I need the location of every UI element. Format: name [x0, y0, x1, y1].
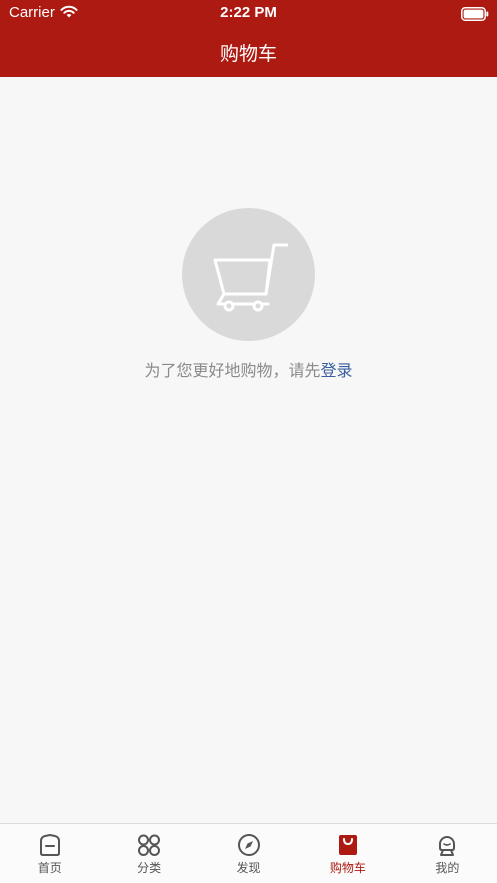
profile-icon: [439, 836, 456, 856]
tab-home-label: 首页: [37, 861, 62, 875]
shopping-bag-icon: [338, 835, 357, 855]
login-prompt: 为了您更好地购物，请先登录: [0, 357, 497, 381]
tab-discover[interactable]: 发现: [199, 824, 298, 883]
login-link[interactable]: 登录: [321, 361, 353, 380]
home-icon: [39, 834, 60, 856]
tab-category-label: 分类: [137, 861, 162, 875]
tab-profile-label: 我的: [435, 861, 460, 875]
login-prompt-text: 为了您更好地购物，请先: [144, 361, 321, 380]
tab-cart[interactable]: 购物车: [298, 824, 397, 883]
battery-icon: [461, 6, 489, 25]
shopping-cart-icon: [213, 243, 288, 312]
compass-icon: [237, 834, 260, 856]
navigation-bar: 购物车: [0, 30, 497, 77]
tab-cart-label: 购物车: [329, 861, 366, 875]
status-time: 2:22 PM: [220, 4, 277, 21]
tab-bar: 首页 分类 发现 购物车 我的: [0, 823, 497, 883]
category-grid-icon: [138, 834, 161, 856]
tab-profile[interactable]: 我的: [398, 824, 497, 883]
tab-discover-label: 发现: [236, 861, 261, 875]
empty-cart-illustration: [182, 208, 315, 341]
tab-home[interactable]: 首页: [0, 824, 99, 883]
tab-category[interactable]: 分类: [99, 824, 198, 883]
page-title: 购物车: [219, 43, 277, 65]
status-bar: Carrier 2:22 PM: [0, 0, 497, 30]
